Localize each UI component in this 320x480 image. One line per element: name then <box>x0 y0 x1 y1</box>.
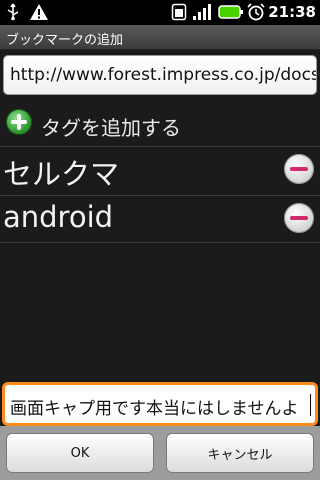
title-bar: ブックマークの追加 <box>0 25 320 50</box>
tag-label: android <box>3 200 114 234</box>
plus-icon <box>6 109 32 135</box>
note-input[interactable]: 画面キャプ用です本当にはしませんよ <box>2 382 318 426</box>
tag-row: android <box>0 195 320 241</box>
status-bar: 21:38 <box>0 0 320 25</box>
sim-icon <box>171 3 187 25</box>
signal-icon <box>192 3 212 25</box>
dialog-title: ブックマークの追加 <box>6 33 124 48</box>
battery-icon <box>218 3 244 25</box>
button-bar: OK キャンセル <box>0 426 320 480</box>
tag-row: セルクマ <box>0 146 320 192</box>
remove-tag-icon[interactable] <box>284 154 314 184</box>
text-cursor <box>310 394 311 416</box>
warning-icon <box>29 3 49 25</box>
ok-button[interactable]: OK <box>6 433 154 473</box>
note-value: 画面キャプ用です本当にはしませんよ <box>10 399 299 419</box>
tag-label: セルクマ <box>3 157 120 191</box>
divider <box>0 242 320 243</box>
url-input[interactable]: http://www.forest.impress.co.jp/docs <box>3 55 317 95</box>
add-tag-button[interactable]: タグを追加する <box>0 104 320 144</box>
url-value: http://www.forest.impress.co.jp/docs <box>10 65 317 85</box>
remove-tag-icon[interactable] <box>284 203 314 233</box>
cancel-button[interactable]: キャンセル <box>166 433 314 473</box>
add-tag-label: タグを追加する <box>41 116 181 140</box>
alarm-icon <box>246 3 266 25</box>
usb-icon <box>4 3 22 25</box>
status-time: 21:38 <box>268 3 316 21</box>
